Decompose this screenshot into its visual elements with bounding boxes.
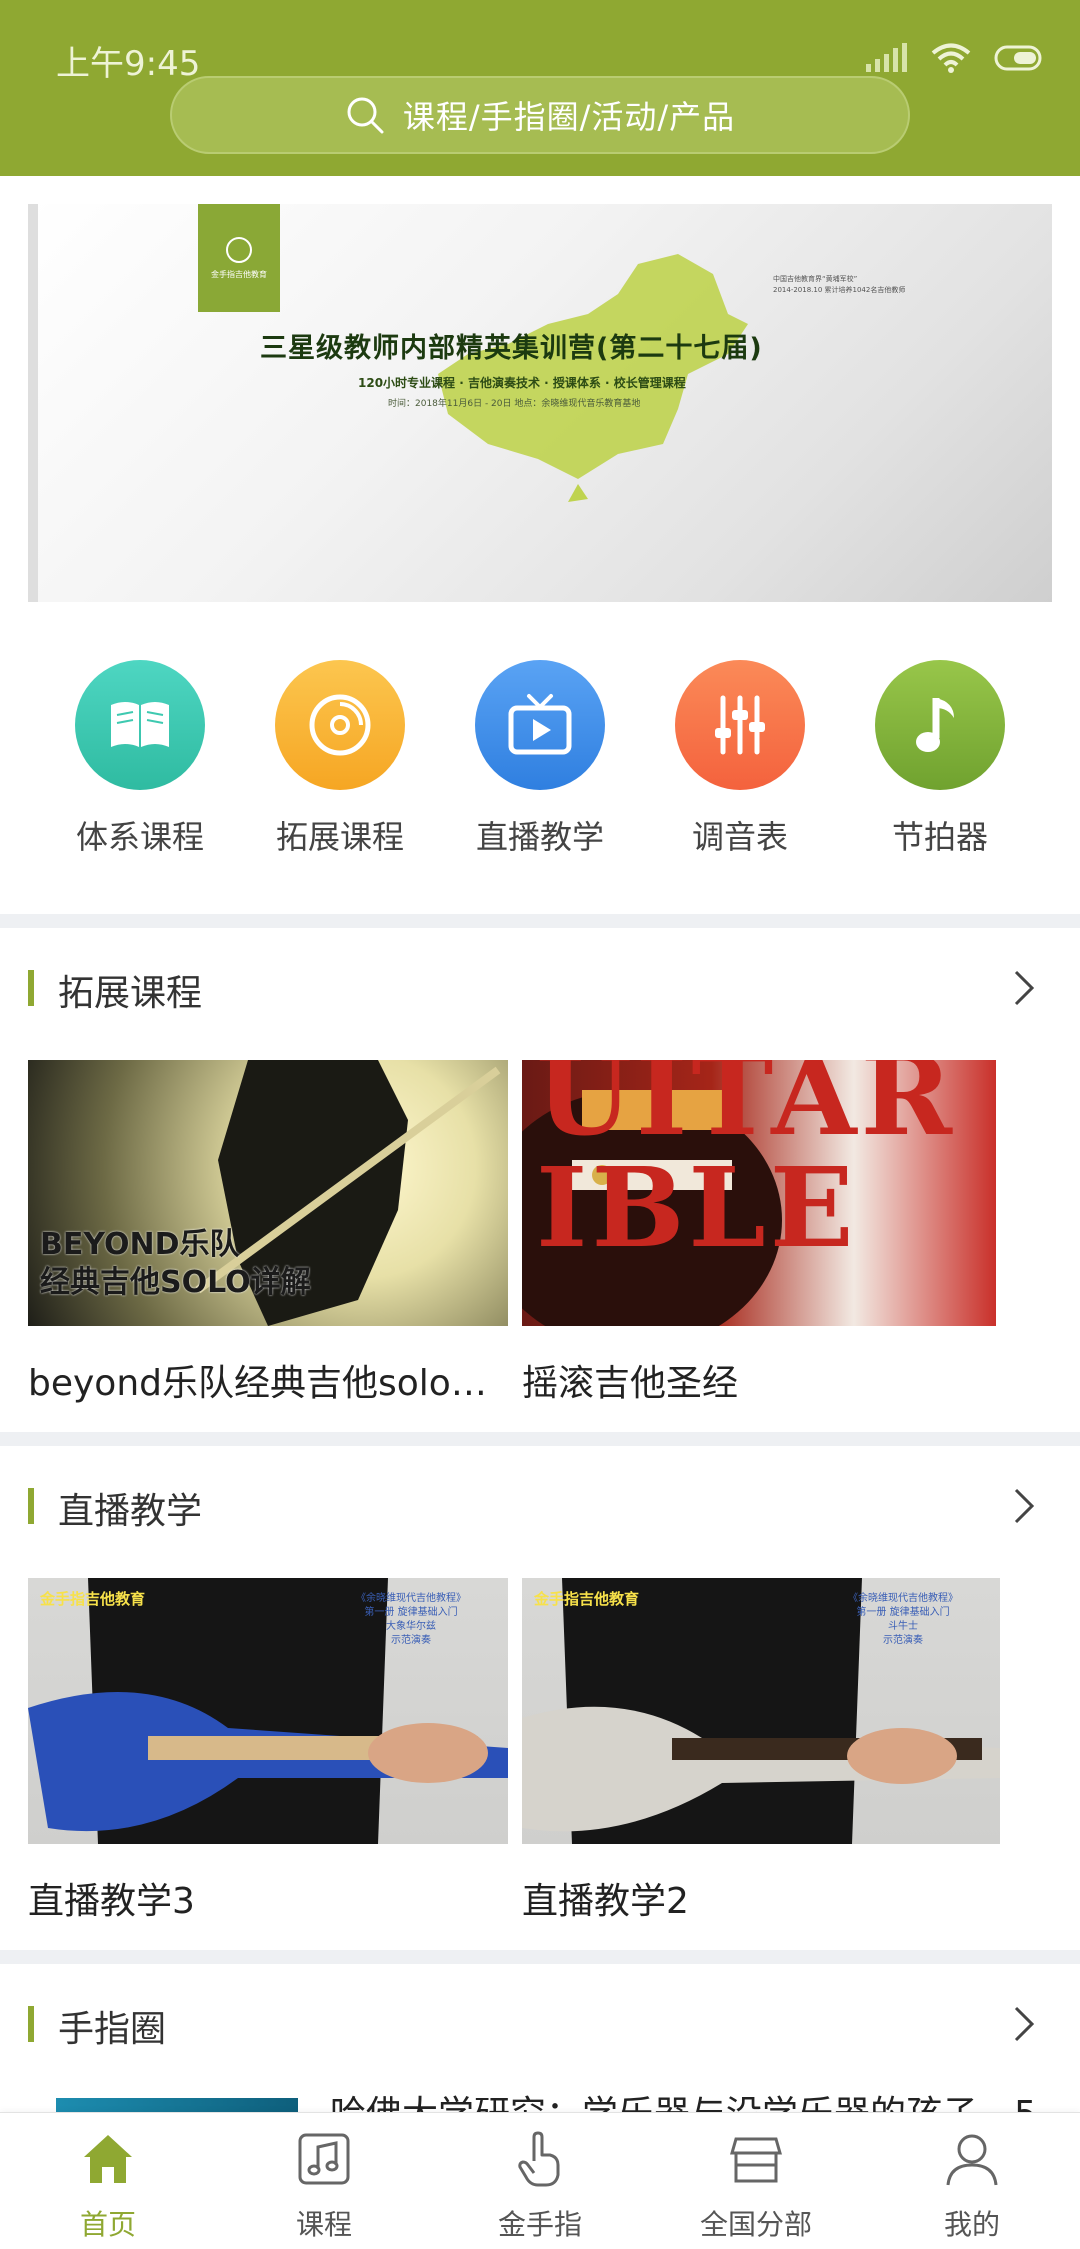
course-card[interactable]: BEYOND乐队 经典吉他SOLO详解 beyond乐队经典吉他solo详解 bbox=[28, 1060, 508, 1406]
tab-home[interactable]: 首页 bbox=[28, 2129, 188, 2243]
thumbnail-overlay-text: BEYOND乐队 经典吉他SOLO详解 bbox=[40, 1227, 311, 1300]
live-title: 直播教学2 bbox=[522, 1881, 689, 1922]
section-header-live[interactable]: 直播教学 bbox=[0, 1456, 1080, 1556]
live-card[interactable]: 金手指吉他教育 《余晓维现代吉他教程》 第一册 旋律基础入门 大象华尔兹 示范演… bbox=[28, 1578, 508, 1924]
tab-mine[interactable]: 我的 bbox=[892, 2129, 1052, 2243]
music-note-icon bbox=[875, 660, 1005, 790]
quick-nav: 体系课程 拓展课程 直播教学 调音表 节拍器 bbox=[0, 660, 1080, 860]
home-icon bbox=[84, 2135, 132, 2183]
course-title: 摇滚吉他圣经 bbox=[522, 1363, 739, 1404]
tab-branches[interactable]: 全国分部 bbox=[676, 2129, 836, 2243]
store-icon bbox=[730, 2137, 782, 2183]
search-icon bbox=[347, 97, 384, 134]
quick-nav-system-course[interactable]: 体系课程 bbox=[60, 660, 220, 858]
section-title: 手指圈 bbox=[58, 2009, 167, 2050]
promo-banner[interactable]: 金手指吉他教育 三星级教师内部精英集训营(第二十七届) 120小时专业课程 · … bbox=[28, 204, 1052, 602]
chevron-right-icon[interactable] bbox=[1002, 2002, 1046, 2046]
banner-corner-text: 中国吉他教育界“黄埔军校” 2014-2018.10 累计培养1042名吉他教师 bbox=[773, 275, 906, 294]
bottom-tab-bar: 首页 课程 金手指 全国分部 我的 bbox=[0, 2112, 1080, 2249]
quick-nav-metronome[interactable]: 节拍器 bbox=[860, 660, 1020, 858]
live-title: 直播教学3 bbox=[28, 1881, 195, 1922]
section-divider bbox=[0, 1950, 1080, 1964]
banner-title: 三星级教师内部精英集训营(第二十七届) bbox=[260, 333, 763, 364]
quick-nav-label: 节拍器 bbox=[891, 818, 988, 856]
status-time: 上午9:45 bbox=[56, 44, 201, 84]
circle-post-title[interactable]: 哈佛大学研究：学乐器与没学乐器的孩子，5 bbox=[330, 2090, 1070, 2114]
tab-label: 全国分部 bbox=[699, 2208, 812, 2241]
quick-nav-tuner[interactable]: 调音表 bbox=[660, 660, 820, 858]
course-thumbnail: BEYOND乐队 经典吉他SOLO详解 bbox=[28, 1060, 508, 1326]
live-brand-text: 金手指吉他教育 bbox=[534, 1590, 640, 1608]
section-title: 拓展课程 bbox=[58, 973, 203, 1014]
chevron-right-icon[interactable] bbox=[1002, 966, 1046, 1010]
quick-nav-live-teaching[interactable]: 直播教学 bbox=[460, 660, 620, 858]
banner-logo: 金手指吉他教育 bbox=[198, 204, 280, 312]
signal-icon bbox=[866, 43, 907, 72]
finger-pointer-icon bbox=[518, 2131, 560, 2187]
app-header: 上午9:45 课程/手指圈/活动/产品 bbox=[0, 0, 1080, 176]
disc-icon bbox=[275, 660, 405, 790]
banner-subtitle: 120小时专业课程 · 吉他演奏技术 · 授课体系 · 校长管理课程 bbox=[358, 376, 686, 390]
section-divider bbox=[0, 1432, 1080, 1446]
status-icons bbox=[864, 40, 1044, 76]
banner-detail: 时间：2018年11月6日 - 20日 地点：余晓维现代音乐教育基地 bbox=[388, 399, 641, 409]
live-caption-text: 《余晓维现代吉他教程》 第一册 旋律基础入门 大象华尔兹 示范演奏 bbox=[356, 1593, 466, 1646]
section-accent-bar bbox=[28, 2006, 34, 2042]
quick-nav-label: 调音表 bbox=[691, 818, 788, 856]
tuner-sliders-icon bbox=[675, 660, 805, 790]
course-title: beyond乐队经典吉他solo详解 bbox=[28, 1363, 508, 1404]
quick-nav-label: 直播教学 bbox=[475, 818, 604, 856]
live-caption-text: 《余晓维现代吉他教程》 第一册 旋律基础入门 斗牛士 示范演奏 bbox=[848, 1593, 958, 1646]
section-header-circle[interactable]: 手指圈 bbox=[0, 1974, 1080, 2074]
book-icon bbox=[75, 660, 205, 790]
tab-label: 我的 bbox=[943, 2208, 1000, 2241]
tab-courses[interactable]: 课程 bbox=[244, 2129, 404, 2243]
live-brand-text: 金手指吉他教育 bbox=[40, 1590, 146, 1608]
battery-icon bbox=[994, 45, 1042, 71]
tab-label: 首页 bbox=[79, 2208, 136, 2241]
thumbnail-overlay-text: UITAR IBLE bbox=[536, 1060, 956, 1272]
search-input[interactable]: 课程/手指圈/活动/产品 bbox=[170, 76, 910, 154]
live-thumbnail: 金手指吉他教育 《余晓维现代吉他教程》 第一册 旋律基础入门 斗牛士 示范演奏 bbox=[522, 1578, 1000, 1844]
chevron-right-icon[interactable] bbox=[1002, 1484, 1046, 1528]
live-thumbnail: 金手指吉他教育 《余晓维现代吉他教程》 第一册 旋律基础入门 大象华尔兹 示范演… bbox=[28, 1578, 508, 1844]
tab-golden-finger[interactable]: 金手指 bbox=[460, 2129, 620, 2243]
section-title: 直播教学 bbox=[58, 1491, 203, 1532]
course-card[interactable]: UITAR IBLE 摇滚吉他圣经 bbox=[522, 1060, 996, 1406]
music-sheet-icon bbox=[298, 2133, 350, 2185]
live-card[interactable]: 金手指吉他教育 《余晓维现代吉他教程》 第一册 旋律基础入门 斗牛士 示范演奏 … bbox=[522, 1578, 1000, 1924]
tab-label: 课程 bbox=[295, 2208, 352, 2241]
quick-nav-label: 体系课程 bbox=[75, 818, 204, 856]
section-divider bbox=[0, 914, 1080, 928]
section-accent-bar bbox=[28, 1488, 34, 1524]
wifi-icon bbox=[931, 43, 971, 73]
tab-label: 金手指 bbox=[497, 2208, 582, 2241]
tv-play-icon bbox=[475, 660, 605, 790]
course-thumbnail: UITAR IBLE bbox=[522, 1060, 996, 1326]
search-placeholder: 课程/手指圈/活动/产品 bbox=[402, 98, 736, 136]
quick-nav-extension-course[interactable]: 拓展课程 bbox=[260, 660, 420, 858]
section-accent-bar bbox=[28, 970, 34, 1006]
section-header-extension[interactable]: 拓展课程 bbox=[0, 938, 1080, 1038]
quick-nav-label: 拓展课程 bbox=[275, 818, 404, 856]
user-icon bbox=[946, 2134, 998, 2186]
